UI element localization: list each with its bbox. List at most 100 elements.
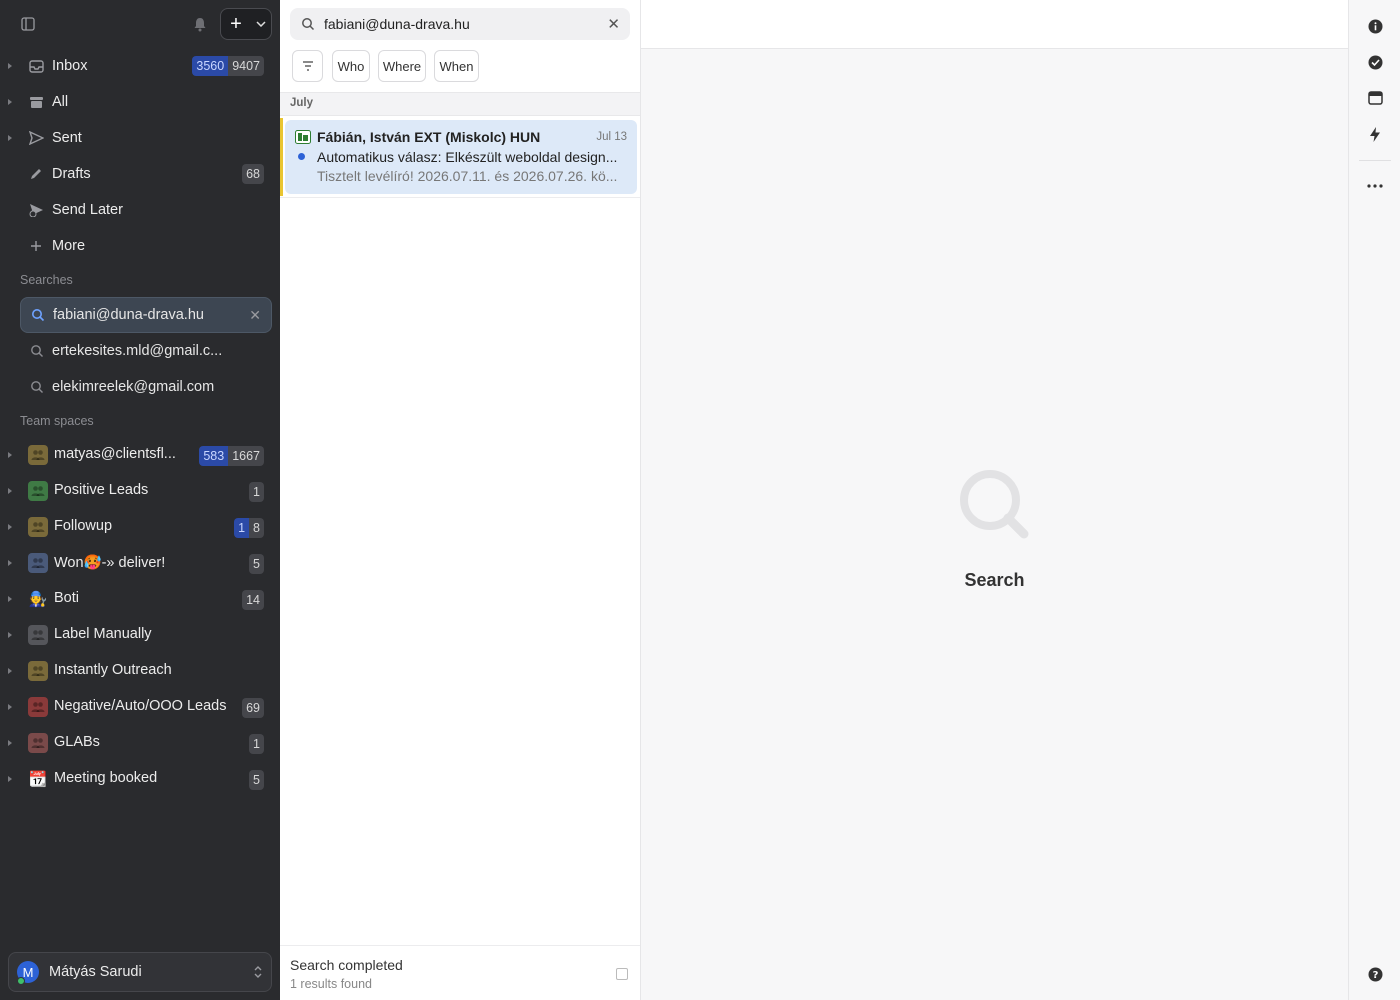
total-badge: 1 — [249, 734, 264, 754]
search-status: Search completed 1 results found — [280, 945, 640, 1000]
team-space-label: GLABs — [54, 734, 100, 750]
message-date: Jul 13 — [596, 131, 627, 143]
user-name: Mátyás Sarudi — [49, 964, 142, 980]
search-empty-icon — [960, 470, 1029, 539]
total-badge: 9407 — [228, 56, 264, 76]
total-badge: 69 — [242, 698, 264, 718]
saved-search-item[interactable]: elekimreelek@gmail.com — [20, 369, 272, 405]
compose-button[interactable]: + — [220, 8, 272, 40]
team-space-label: Followup — [54, 518, 113, 534]
caret-right-icon[interactable] — [6, 523, 14, 531]
total-badge: 5 — [249, 770, 264, 790]
caret-right-icon[interactable] — [6, 631, 14, 639]
saved-search-item[interactable]: ertekesites.mld@gmail.c... — [20, 333, 272, 369]
team-space-item[interactable]: Instantly Outreach — [0, 653, 280, 689]
count-badges: 69 — [242, 698, 264, 718]
search-status-text: Search completed — [290, 957, 403, 973]
team-space-item[interactable]: Positive Leads 1 — [0, 473, 280, 509]
sidebar-item-send-later[interactable]: Send Later — [0, 192, 280, 228]
chevron-down-icon[interactable] — [251, 21, 271, 27]
unread-badge: 583 — [199, 446, 229, 466]
filter-where-button[interactable]: Where — [378, 50, 426, 82]
team-space-label: matyas@clientsfl... — [54, 446, 176, 462]
bell-icon[interactable] — [192, 16, 208, 32]
count-badges: 1 — [249, 734, 264, 754]
sidebar-item-label: Sent — [52, 130, 82, 146]
team-space-item[interactable]: 🧑‍🔧 Boti 14 — [0, 581, 280, 617]
team-space-item[interactable]: Negative/Auto/OOO Leads 69 — [0, 689, 280, 725]
filter-who-button[interactable]: Who — [332, 50, 370, 82]
reading-pane: Search — [641, 0, 1348, 1000]
saved-search-label: elekimreelek@gmail.com — [52, 379, 215, 395]
sidebar-item-sent[interactable]: Sent — [0, 120, 280, 156]
caret-right-icon[interactable] — [6, 559, 14, 567]
team-avatar-icon — [28, 517, 48, 537]
team-avatar-icon — [28, 625, 48, 645]
more-horizontal-icon[interactable] — [1365, 176, 1385, 196]
caret-right-icon[interactable] — [6, 98, 14, 106]
caret-right-icon[interactable] — [6, 451, 14, 459]
total-badge: 5 — [249, 554, 264, 574]
team-space-label: Boti — [54, 590, 79, 606]
lightning-icon[interactable] — [1365, 124, 1385, 144]
saved-search-item[interactable]: fabiani@duna-drava.hu ✕ — [20, 297, 272, 333]
caret-right-icon[interactable] — [6, 703, 14, 711]
search-bar[interactable]: fabiani@duna-drava.hu ✕ — [290, 8, 630, 40]
svg-text:?: ? — [1372, 970, 1378, 981]
team-avatar-icon — [28, 445, 48, 465]
caret-right-icon[interactable] — [6, 667, 14, 675]
team-space-item[interactable]: matyas@clientsfl... 583 1667 — [0, 437, 280, 473]
team-space-item[interactable]: GLABs 1 — [0, 725, 280, 761]
search-input[interactable]: fabiani@duna-drava.hu — [324, 16, 470, 32]
reading-pane-header — [641, 0, 1348, 49]
caret-right-icon[interactable] — [6, 595, 14, 603]
info-icon[interactable] — [1365, 16, 1385, 36]
collapse-status-icon[interactable] — [616, 968, 628, 980]
message-row[interactable]: Fábián, István EXT (Miskolc) HUN Jul 13 … — [285, 120, 637, 194]
team-avatar-icon: 🧑‍🔧 — [28, 591, 48, 608]
sidebar-item-all[interactable]: All — [0, 84, 280, 120]
divider — [280, 197, 640, 198]
clear-search-icon[interactable]: ✕ — [607, 15, 620, 33]
searches-header: Searches — [20, 273, 73, 287]
sidebar-item-label: All — [52, 94, 69, 110]
sidebar-item-drafts[interactable]: Drafts 68 — [0, 156, 280, 192]
caret-right-icon[interactable] — [6, 487, 14, 495]
caret-right-icon[interactable] — [6, 62, 14, 70]
team-space-item[interactable]: Followup 1 8 — [0, 509, 280, 545]
help-icon[interactable]: ? — [1365, 964, 1385, 984]
team-space-item[interactable]: Label Manually — [0, 617, 280, 653]
total-badge: 68 — [242, 164, 264, 184]
team-avatar-icon — [28, 553, 48, 573]
search-icon — [31, 345, 43, 357]
caret-right-icon[interactable] — [6, 775, 14, 783]
close-icon[interactable]: ✕ — [249, 307, 261, 324]
unread-badge: 3560 — [192, 56, 229, 76]
archive-icon — [28, 94, 44, 110]
sidebar-item-label: Inbox — [52, 58, 88, 74]
calendar-icon[interactable] — [1365, 88, 1385, 108]
selected-accent-bar — [280, 118, 283, 196]
team-space-item[interactable]: Won🥵-» deliver! 5 — [0, 545, 280, 581]
caret-right-icon[interactable] — [6, 739, 14, 747]
sidebar-item-inbox[interactable]: Inbox 3560 9407 — [0, 48, 280, 84]
count-badges: 1 — [249, 482, 264, 502]
inbox-icon — [28, 58, 44, 74]
team-space-label: Negative/Auto/OOO Leads — [54, 698, 227, 714]
filter-when-button[interactable]: When — [434, 50, 479, 82]
unread-badge: 1 — [234, 518, 250, 538]
sidebar-item-more[interactable]: More — [0, 228, 280, 264]
sender-logo-icon — [295, 130, 311, 144]
filter-button[interactable] — [292, 50, 323, 82]
empty-state-label: Search — [964, 570, 1025, 590]
sidebar-item-label: More — [52, 238, 86, 254]
check-circle-icon[interactable] — [1365, 52, 1385, 72]
saved-search-label: ertekesites.mld@gmail.c... — [52, 343, 223, 359]
team-space-item[interactable]: 📆 Meeting booked 5 — [0, 761, 280, 797]
team-space-label: Instantly Outreach — [54, 662, 172, 678]
toggle-sidebar-icon[interactable] — [20, 16, 36, 32]
filter-icon — [302, 61, 313, 71]
user-switcher[interactable]: M Mátyás Sarudi — [8, 952, 272, 992]
count-badges: 583 1667 — [199, 446, 264, 466]
caret-right-icon[interactable] — [6, 134, 14, 142]
